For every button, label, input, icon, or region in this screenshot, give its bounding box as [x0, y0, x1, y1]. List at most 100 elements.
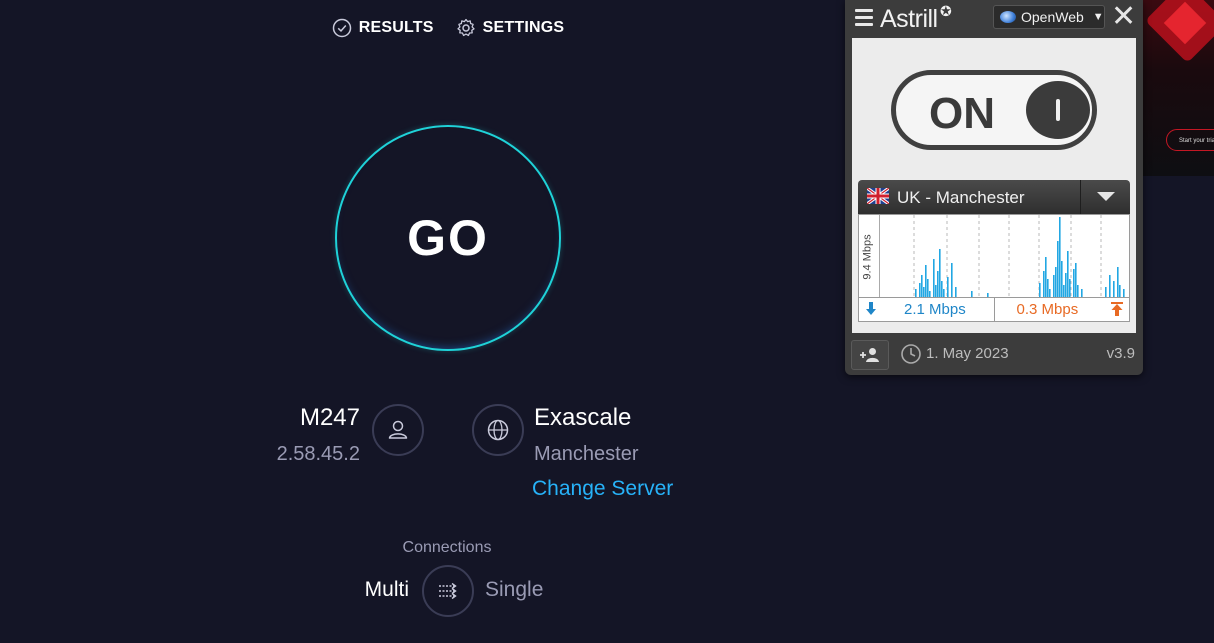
traffic-spike: [927, 279, 929, 297]
traffic-spike: [1049, 289, 1051, 297]
astrill-widget: Astrill ✪ OpenWeb ▼ ✕ ON UK - Manchester: [845, 0, 1143, 375]
traffic-spike: [929, 291, 931, 297]
connections-icon: [439, 582, 457, 600]
traffic-spike: [1039, 283, 1041, 297]
traffic-spike: [1109, 275, 1111, 297]
openweb-orb-icon: [1000, 11, 1016, 23]
traffic-spike: [915, 289, 917, 297]
traffic-spike: [941, 281, 943, 297]
expiry-date: 1. May 2023: [926, 345, 1009, 362]
isp-ip-address: 2.58.45.2: [276, 443, 360, 465]
astrill-footer: 1. May 2023 v3.9: [845, 336, 1143, 374]
upload-readout: 0.3 Mbps: [993, 298, 1130, 321]
toggle-knob: [1026, 81, 1090, 139]
server-location: Manchester: [534, 443, 639, 465]
traffic-spike: [1055, 267, 1057, 297]
traffic-spike: [1123, 289, 1125, 297]
traffic-graph: 9.4 Mbps: [858, 214, 1130, 298]
server-selector[interactable]: UK - Manchester: [858, 180, 1130, 214]
selected-server-name: UK - Manchester: [897, 188, 1025, 207]
add-user-icon: [860, 348, 879, 362]
traffic-graph-plot: [879, 215, 1125, 297]
settings-label: SETTINGS: [482, 19, 565, 36]
top-nav: RESULTS SETTINGS: [0, 18, 896, 38]
traffic-spike: [1119, 285, 1121, 297]
astrill-logo-star-icon: ✪: [940, 3, 952, 19]
protocol-label: OpenWeb: [1021, 9, 1084, 25]
traffic-spike: [1113, 281, 1115, 297]
traffic-spike: [1075, 263, 1077, 297]
traffic-spike: [1057, 241, 1059, 297]
close-icon[interactable]: ✕: [1111, 2, 1136, 32]
globe-icon: [472, 404, 524, 456]
traffic-spike: [1081, 289, 1083, 297]
traffic-spike: [987, 293, 989, 297]
traffic-spike: [1067, 251, 1069, 297]
traffic-spike: [923, 287, 925, 297]
traffic-spike: [1077, 285, 1079, 297]
protocol-select[interactable]: OpenWeb ▼: [993, 5, 1105, 29]
traffic-spike: [919, 283, 921, 297]
results-tab[interactable]: RESULTS: [332, 18, 434, 38]
background-thumbnail: Start your trial: [1142, 0, 1214, 176]
traffic-spike: [955, 287, 957, 297]
traffic-spike: [1059, 217, 1061, 297]
vpn-state-label: ON: [929, 89, 995, 138]
download-readout: 2.1 Mbps: [859, 298, 994, 321]
astrill-body: ON UK - Manchester 9.4 Mbps 2.1 Mbps 0.3…: [852, 38, 1136, 333]
multi-connection-option[interactable]: Multi: [365, 578, 409, 602]
check-circle-icon: [332, 18, 351, 38]
traffic-spike: [943, 289, 945, 297]
graph-y-label: 9.4 Mbps: [861, 234, 874, 280]
go-label: GO: [407, 210, 489, 266]
hamburger-menu-icon[interactable]: [855, 9, 873, 27]
upload-speed: 0.3 Mbps: [1016, 301, 1079, 318]
traffic-spike: [1073, 269, 1075, 297]
isp-name: M247: [299, 404, 360, 431]
thumbnail-button: Start your trial: [1166, 129, 1214, 151]
vpn-toggle-switch[interactable]: ON: [891, 70, 1097, 150]
traffic-spike: [1069, 279, 1071, 297]
traffic-spike: [925, 265, 927, 297]
astrill-header: Astrill ✪ OpenWeb ▼ ✕: [845, 0, 1143, 38]
uk-flag-icon: [867, 188, 889, 204]
results-label: RESULTS: [358, 19, 434, 36]
connections-label: Connections: [402, 539, 492, 556]
traffic-spike: [935, 285, 937, 297]
user-icon: [372, 404, 424, 456]
traffic-spike: [1047, 279, 1049, 297]
astrill-brand: Astrill: [880, 5, 938, 33]
traffic-spike: [1117, 267, 1119, 297]
traffic-spike: [1061, 261, 1063, 297]
change-server-link[interactable]: Change Server: [532, 477, 673, 501]
upload-arrow-icon: [1111, 302, 1123, 316]
add-user-button[interactable]: [851, 340, 889, 370]
single-connection-option[interactable]: Single: [485, 578, 543, 602]
server-dropdown-button[interactable]: [1080, 180, 1131, 214]
dropdown-arrow-icon: ▼: [1092, 11, 1104, 23]
traffic-spike: [1053, 275, 1055, 297]
gear-icon: [456, 18, 475, 37]
traffic-spike: [933, 259, 935, 297]
traffic-spike: [937, 271, 939, 297]
traffic-spike: [1063, 285, 1065, 297]
traffic-spike: [1105, 287, 1107, 297]
speed-readout: 2.1 Mbps 0.3 Mbps: [858, 298, 1130, 322]
settings-tab[interactable]: SETTINGS: [456, 18, 565, 38]
traffic-spike: [971, 291, 973, 297]
go-button[interactable]: GO: [335, 125, 561, 351]
clock-icon: [901, 344, 921, 364]
chevron-down-icon: [1097, 192, 1115, 201]
server-name: Exascale: [534, 404, 632, 431]
traffic-spike: [951, 263, 953, 297]
traffic-spike: [947, 277, 949, 297]
traffic-spike: [939, 249, 941, 297]
download-arrow-icon: [866, 302, 876, 315]
traffic-spike: [921, 275, 923, 297]
app-version: v3.9: [1106, 345, 1135, 362]
connections-toggle[interactable]: [422, 565, 474, 617]
download-speed: 2.1 Mbps: [904, 301, 966, 318]
traffic-spike: [1065, 273, 1067, 297]
traffic-spike: [1043, 271, 1045, 297]
traffic-spike: [1045, 257, 1047, 297]
